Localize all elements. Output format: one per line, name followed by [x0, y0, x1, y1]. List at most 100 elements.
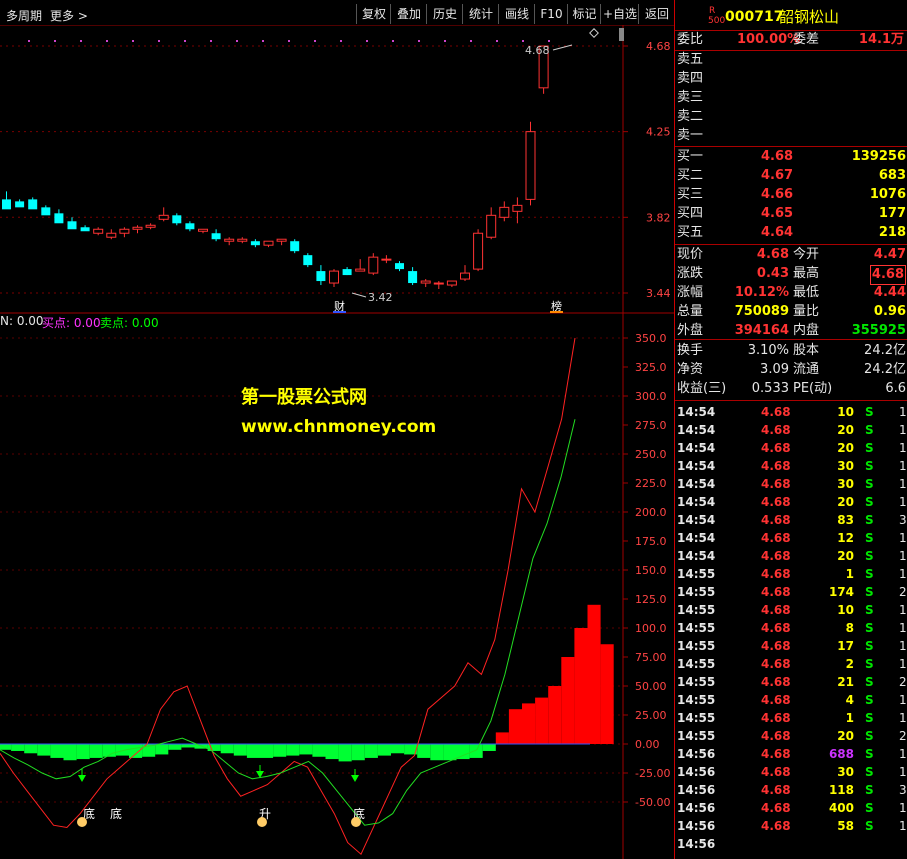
indicator-bar — [155, 744, 169, 755]
tick-time: 14:54 — [677, 405, 716, 419]
tick-side: S — [865, 477, 874, 491]
sell-label: 卖三 — [677, 90, 704, 105]
more-menu[interactable]: 更多 > — [50, 7, 88, 24]
toolbar-button-7[interactable]: +自选 — [600, 4, 639, 24]
indicator-bar — [246, 744, 260, 758]
toolbar-button-5[interactable]: F10 — [534, 4, 568, 24]
tick-volume: 688 — [828, 747, 854, 761]
buy-label: 买一 — [677, 149, 704, 164]
tick-side: S — [865, 513, 874, 527]
toolbar-button-8[interactable]: 返回 — [638, 4, 675, 24]
tick-row: 14:54 4.68 83 S 3 — [675, 511, 907, 529]
quote-label: 外盘 — [677, 323, 704, 338]
tick-row: 14:54 4.68 12 S 1 — [675, 529, 907, 547]
quote-panel: R 500 000717 韶钢松山 委比 100.00% 委差 14.1万 卖五… — [674, 0, 907, 859]
indicator-tick: 300.0 — [635, 390, 667, 403]
tick-price: 4.68 — [761, 585, 791, 599]
quote-label: 内盘 — [793, 323, 820, 338]
fund-value: 6.6 — [885, 381, 906, 396]
fund-label: 流通 — [793, 362, 820, 377]
quote-label: 最低 — [793, 285, 820, 300]
sell-level-3: 卖三 — [675, 89, 907, 107]
tick-row: 14:55 4.68 17 S 1 — [675, 637, 907, 655]
tick-count: 1 — [899, 567, 907, 581]
tick-price: 4.68 — [761, 783, 791, 797]
toolbar-button-3[interactable]: 统计 — [462, 4, 499, 24]
tick-time: 14:56 — [677, 801, 716, 815]
candle — [460, 265, 470, 282]
tick-volume: 10 — [837, 603, 854, 617]
tick-row: 14:55 4.68 174 S 2 — [675, 583, 907, 601]
cai-marker[interactable]: 财 — [334, 299, 345, 313]
candle — [263, 240, 274, 248]
quote-value: 4.47 — [873, 247, 906, 262]
candle — [237, 237, 248, 244]
fund-value: 24.2亿 — [864, 343, 906, 358]
fund-label: 股本 — [793, 343, 820, 358]
sell-level-5: 卖五 — [675, 51, 907, 69]
quote-value: 355925 — [851, 323, 906, 338]
candle — [250, 239, 260, 248]
candle — [80, 225, 90, 232]
tick-count: 1 — [899, 423, 907, 437]
tick-time: 14:55 — [677, 729, 716, 743]
tick-row: 14:55 4.68 4 S 1 — [675, 691, 907, 709]
sell-level-1: 卖一 — [675, 127, 907, 145]
chart-canvas[interactable]: 4.68 4.25 3.82 3.44 4.68 3.42 财 榜 350.0 325.0 300.… — [0, 25, 674, 859]
candle — [316, 265, 326, 286]
high-price-label: 4.68 — [525, 44, 550, 57]
sell-label: 卖一 — [677, 128, 704, 143]
sell-arrow-icon — [351, 775, 359, 782]
toolbar-button-2[interactable]: 历史 — [426, 4, 463, 24]
indicator-green-line — [0, 419, 576, 826]
buy-level-1: 买一 4.68 139256 — [675, 148, 907, 166]
quote-value: 750089 — [734, 304, 789, 319]
diamond-icon[interactable] — [589, 28, 599, 38]
tick-side: S — [865, 621, 874, 635]
price-tick: 3.44 — [646, 287, 671, 300]
tick-time: 14:54 — [677, 441, 716, 455]
tick-price: 4.68 — [761, 477, 791, 491]
tick-volume: 30 — [837, 765, 854, 779]
tick-side: S — [865, 603, 874, 617]
candle — [67, 217, 77, 230]
tick-row: 14:56 4.68 58 S 1 — [675, 817, 907, 835]
indicator-bar — [24, 744, 38, 754]
tick-time: 14:55 — [677, 567, 716, 581]
tick-count: 3 — [899, 783, 907, 797]
tick-side: S — [865, 693, 874, 707]
toolbar-button-1[interactable]: 叠加 — [390, 4, 427, 24]
candle — [512, 197, 523, 224]
stock-header: R 500 000717 韶钢松山 — [675, 6, 907, 28]
signal-dot — [236, 40, 238, 42]
tick-row: 14:54 4.68 20 S 1 — [675, 421, 907, 439]
period-selector[interactable]: 多周期 — [6, 7, 42, 24]
indicator-bar — [312, 744, 326, 757]
candle — [158, 207, 169, 222]
tick-volume: 1 — [845, 567, 854, 581]
toolbar-button-0[interactable]: 复权 — [356, 4, 391, 24]
chart-area[interactable]: 4.68 4.25 3.82 3.44 4.68 3.42 财 榜 350.0 325.0 300.… — [0, 25, 674, 859]
tick-price: 4.68 — [761, 693, 791, 707]
tick-row: 14:56 4.68 118 S 3 — [675, 781, 907, 799]
toolbar-button-6[interactable]: 标记 — [567, 4, 601, 24]
buy-volume: 139256 — [851, 149, 906, 164]
fundamental-row: 净资 3.09 流通 24.2亿 — [675, 361, 907, 379]
signal-dot — [418, 40, 420, 42]
tick-row: 14:56 — [675, 835, 907, 853]
quote-row: 涨跌 0.43 最高 4.68 — [675, 265, 907, 285]
tick-volume: 20 — [837, 441, 854, 455]
quote-value: 4.68 — [756, 247, 789, 262]
candle — [433, 281, 444, 290]
candle — [185, 221, 195, 232]
tick-volume: 20 — [837, 495, 854, 509]
signal-dot — [132, 40, 134, 42]
candle — [41, 205, 51, 216]
signal-dot — [496, 40, 498, 42]
indicator-tick: 175.0 — [635, 535, 667, 548]
tick-time: 14:54 — [677, 549, 716, 563]
bang-marker[interactable]: 榜 — [551, 299, 562, 313]
indicator-bar — [522, 703, 536, 744]
toolbar-button-4[interactable]: 画线 — [498, 4, 535, 24]
weicha-value: 14.1万 — [858, 32, 904, 47]
